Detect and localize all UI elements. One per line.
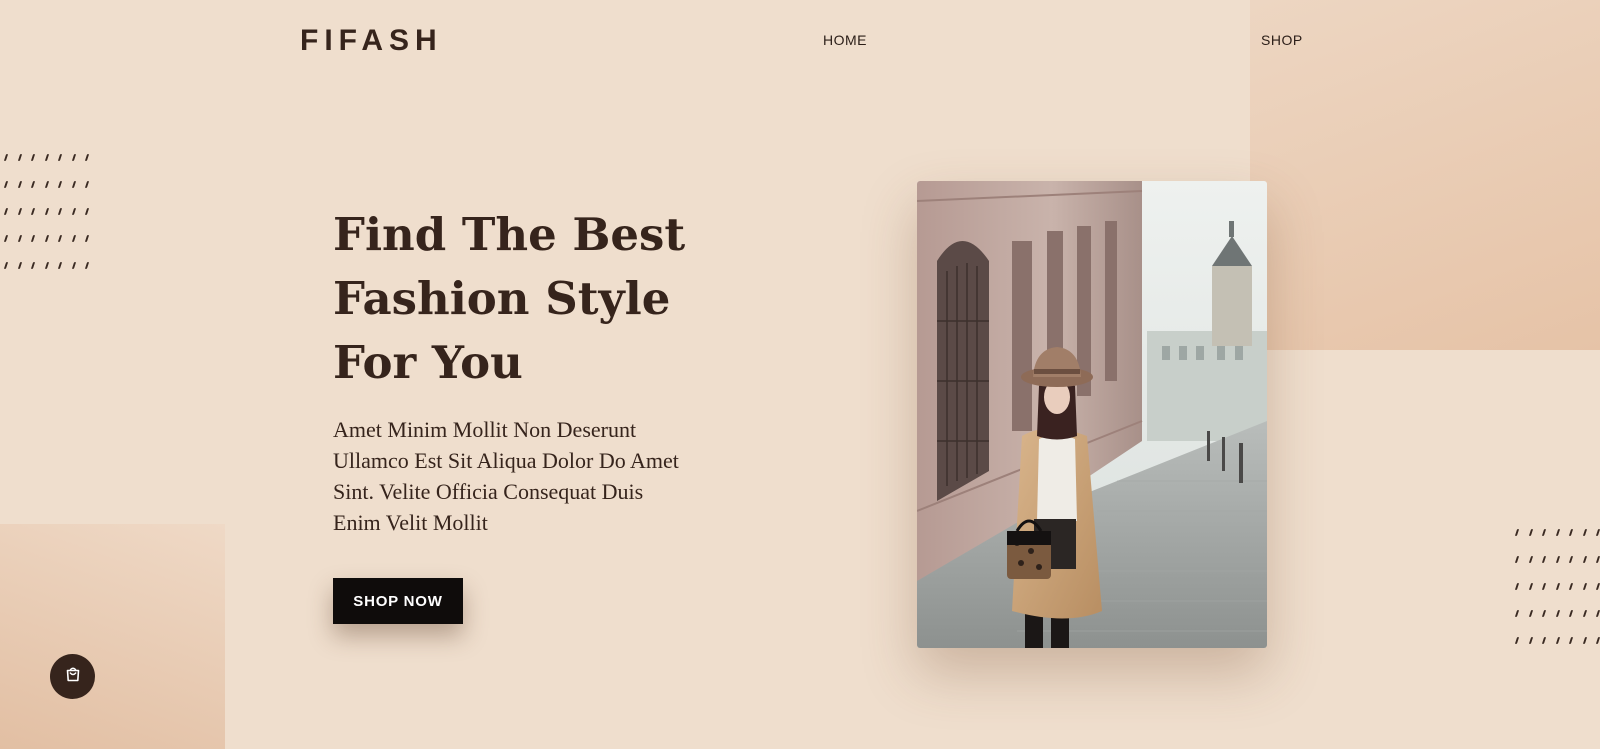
dash-pattern-left xyxy=(3,154,100,289)
decorative-block-bottom-left xyxy=(0,524,225,749)
hero-title-line-2: Fashion Style xyxy=(333,272,671,325)
shopping-bag-icon xyxy=(64,665,82,688)
hero-subtitle-line-3: Sint. Velite Officia Consequat Duis xyxy=(333,479,644,504)
brand-logo[interactable]: FIFASH xyxy=(300,24,443,58)
hero-title: Find The Best Fashion Style For You xyxy=(333,203,753,395)
hero-title-line-3: For You xyxy=(333,336,523,389)
hero-subtitle: Amet Minim Mollit Non Deserunt Ullamco E… xyxy=(333,414,703,538)
hero-subtitle-line-1: Amet Minim Mollit Non Deserunt xyxy=(333,417,637,442)
nav-link-shop[interactable]: SHOP xyxy=(1261,32,1303,48)
hero-subtitle-line-4: Enim Velit Mollit xyxy=(333,510,488,535)
hero-fashion-photo xyxy=(917,181,1267,648)
hero-subtitle-line-2: Ullamco Est Sit Aliqua Dolor Do Amet xyxy=(333,448,679,473)
shop-now-button[interactable]: SHOP NOW xyxy=(333,578,463,624)
cart-button[interactable] xyxy=(50,654,95,699)
nav-link-home[interactable]: HOME xyxy=(823,32,867,48)
hero-title-line-1: Find The Best xyxy=(333,208,686,261)
dash-pattern-right xyxy=(1514,529,1600,664)
site-header: FIFASH HOME SHOP xyxy=(0,0,1600,80)
